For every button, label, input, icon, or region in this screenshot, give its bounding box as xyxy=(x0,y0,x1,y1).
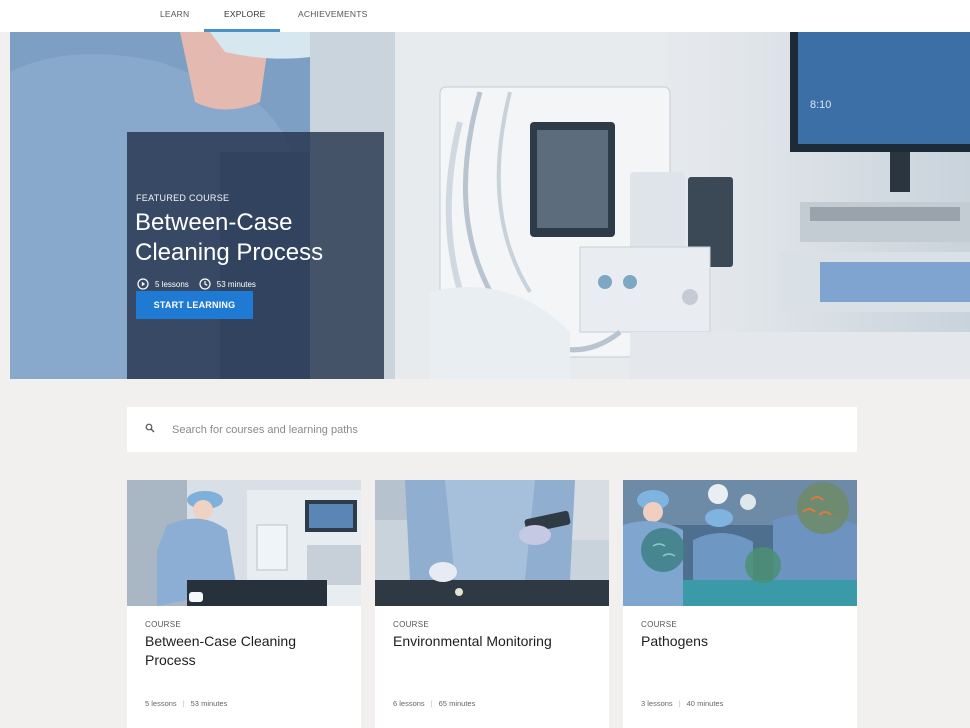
tab-explore[interactable]: EXPLORE xyxy=(224,9,266,19)
hero-lesson-count: 5 lessons xyxy=(155,279,189,289)
course-title: Environmental Monitoring xyxy=(393,633,552,649)
hero-course-meta: 5 lessons 53 minutes xyxy=(137,278,256,290)
course-thumbnail xyxy=(127,480,361,606)
course-card-environmental-monitoring[interactable]: COURSE Environmental Monitoring 6 lesson… xyxy=(375,480,609,728)
top-navigation: LEARN EXPLORE ACHIEVEMENTS xyxy=(0,0,970,32)
hero-duration: 53 minutes xyxy=(216,279,256,289)
course-lesson-count: 3 lessons xyxy=(641,699,673,708)
course-meta: 3 lessons | 40 minutes xyxy=(641,699,724,708)
course-card-pathogens[interactable]: COURSE Pathogens 3 lessons | 40 minutes xyxy=(623,480,857,728)
search-icon xyxy=(145,423,155,433)
course-meta: 6 lessons | 65 minutes xyxy=(393,699,476,708)
course-thumbnail xyxy=(623,480,857,606)
featured-hero: 8:10 xyxy=(10,32,970,379)
clock-icon xyxy=(199,278,211,290)
tab-learn[interactable]: LEARN xyxy=(160,9,189,19)
hero-title: Between-Case Cleaning Process xyxy=(135,209,324,266)
course-duration: 40 minutes xyxy=(686,699,724,708)
play-circle-icon xyxy=(137,278,149,290)
course-title: Between-Case Cleaning Process xyxy=(145,633,296,668)
course-type-label: COURSE xyxy=(393,620,430,629)
search-bar xyxy=(127,407,857,452)
featured-course-label: FEATURED COURSE xyxy=(136,193,230,203)
monitor-clock: 8:10 xyxy=(810,99,831,111)
course-lesson-count: 5 lessons xyxy=(145,699,177,708)
course-duration: 53 minutes xyxy=(190,699,228,708)
search-input[interactable] xyxy=(172,419,832,441)
course-card-between-case-cleaning[interactable]: COURSE Between-Case Cleaning Process 5 l… xyxy=(127,480,361,728)
course-duration: 65 minutes xyxy=(438,699,476,708)
tab-achievements[interactable]: ACHIEVEMENTS xyxy=(298,9,367,19)
course-type-label: COURSE xyxy=(145,620,182,629)
course-meta: 5 lessons | 53 minutes xyxy=(145,699,228,708)
course-thumbnail xyxy=(375,480,609,606)
course-title: Pathogens xyxy=(641,633,708,649)
course-type-label: COURSE xyxy=(641,620,678,629)
course-lesson-count: 6 lessons xyxy=(393,699,425,708)
start-learning-button[interactable]: START LEARNING xyxy=(136,291,253,319)
